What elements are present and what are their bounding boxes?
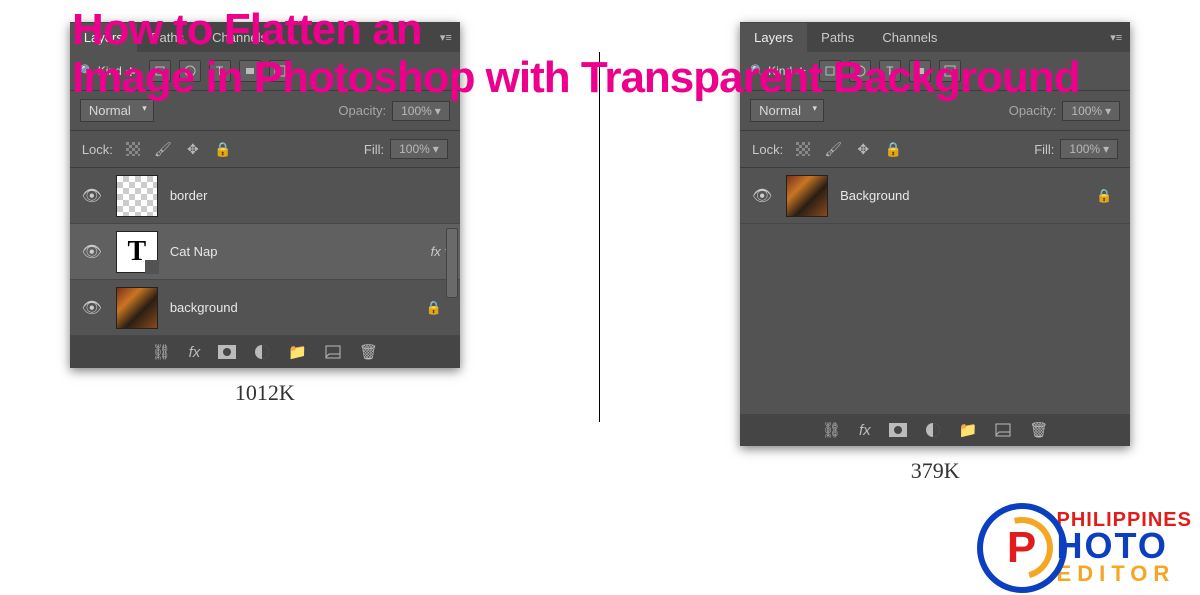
lock-transparency-icon[interactable] bbox=[123, 140, 143, 158]
visibility-toggle-icon[interactable]: 👁 bbox=[80, 186, 104, 206]
file-size-label: 379K bbox=[911, 458, 960, 484]
layer-name[interactable]: background bbox=[170, 300, 426, 315]
logo-ring-icon: P bbox=[977, 503, 1067, 593]
link-layers-icon[interactable]: ⛓ bbox=[822, 421, 841, 439]
opacity-label: Opacity: bbox=[1009, 103, 1057, 118]
layer-name[interactable]: Cat Nap bbox=[170, 244, 431, 259]
adjustment-layer-icon[interactable] bbox=[925, 422, 941, 438]
layer-mask-icon[interactable] bbox=[889, 423, 907, 437]
lock-pixels-icon[interactable]: 🖌 bbox=[153, 140, 173, 158]
layer-mask-icon[interactable] bbox=[218, 345, 236, 359]
chevron-down-icon: ▾ bbox=[433, 142, 439, 156]
lock-fill-row: Lock: 🖌 ✥ 🔒 Fill: 100%▾ bbox=[70, 131, 460, 168]
new-layer-icon[interactable] bbox=[325, 345, 341, 359]
panel-flyout-menu[interactable]: ▾≡ bbox=[1102, 31, 1130, 44]
fill-label: Fill: bbox=[364, 142, 384, 157]
lock-fill-row: Lock: 🖌 ✥ 🔒 Fill: 100%▾ bbox=[740, 131, 1130, 168]
lock-all-icon[interactable]: 🔒 bbox=[213, 140, 233, 158]
visibility-toggle-icon[interactable]: 👁 bbox=[80, 242, 104, 262]
lock-all-icon[interactable]: 🔒 bbox=[883, 140, 903, 158]
opacity-input[interactable]: 100%▾ bbox=[1062, 101, 1120, 121]
lock-label: Lock: bbox=[752, 142, 783, 157]
chevron-down-icon: ▾ bbox=[1105, 104, 1111, 118]
scrollbar-thumb[interactable] bbox=[446, 228, 458, 298]
logo-line-3: EDITOR bbox=[1057, 561, 1192, 587]
layers-list: 👁 Background 🔒 bbox=[740, 168, 1130, 414]
layer-name[interactable]: border bbox=[170, 188, 450, 203]
group-icon[interactable]: 📁 bbox=[288, 343, 307, 361]
lock-icon: 🔒 bbox=[1096, 188, 1112, 204]
chevron-down-icon: ▾ bbox=[1103, 142, 1109, 156]
opacity-label: Opacity: bbox=[338, 103, 386, 118]
fill-label: Fill: bbox=[1034, 142, 1054, 157]
link-layers-icon[interactable]: ⛓ bbox=[152, 343, 171, 361]
chevron-down-icon: ▾ bbox=[435, 104, 441, 118]
title-line-1: How to Flatten an bbox=[72, 6, 1080, 54]
layers-bottom-toolbar: ⛓ fx 📁 🗑 bbox=[740, 414, 1130, 446]
layer-row[interactable]: 👁 border bbox=[70, 168, 460, 224]
layer-thumbnail[interactable] bbox=[786, 175, 828, 217]
lock-transparency-icon[interactable] bbox=[793, 140, 813, 158]
layers-bottom-toolbar: ⛓ fx 📁 🗑 bbox=[70, 336, 460, 368]
lock-label: Lock: bbox=[82, 142, 113, 157]
overlay-title: How to Flatten an Image in Photoshop wit… bbox=[72, 6, 1080, 103]
new-layer-icon[interactable] bbox=[995, 423, 1011, 437]
fx-badge[interactable]: fx bbox=[431, 244, 441, 259]
file-size-label: 1012K bbox=[235, 380, 295, 406]
layer-thumbnail[interactable] bbox=[116, 287, 158, 329]
layer-name[interactable]: Background bbox=[840, 188, 1096, 203]
delete-layer-icon[interactable]: 🗑 bbox=[1029, 421, 1048, 439]
lock-position-icon[interactable]: ✥ bbox=[853, 140, 873, 158]
layer-row[interactable]: 👁 background 🔒 bbox=[70, 280, 460, 336]
title-line-2: Image in Photoshop with Transparent Back… bbox=[72, 54, 1080, 102]
layer-effects-icon[interactable]: fx bbox=[189, 344, 201, 361]
layer-thumbnail[interactable]: T bbox=[116, 231, 158, 273]
opacity-input[interactable]: 100%▾ bbox=[392, 101, 450, 121]
fill-input[interactable]: 100%▾ bbox=[1060, 139, 1118, 159]
delete-layer-icon[interactable]: 🗑 bbox=[359, 343, 378, 361]
layer-thumbnail[interactable] bbox=[116, 175, 158, 217]
lock-pixels-icon[interactable]: 🖌 bbox=[823, 140, 843, 158]
layer-row[interactable]: 👁 Background 🔒 bbox=[740, 168, 1130, 224]
vertical-divider bbox=[599, 52, 600, 422]
lock-icon: 🔒 bbox=[426, 300, 442, 316]
visibility-toggle-icon[interactable]: 👁 bbox=[750, 186, 774, 206]
layers-list: 👁 border 👁 T Cat Nap fx ▾ 👁 background 🔒 bbox=[70, 168, 460, 336]
lock-position-icon[interactable]: ✥ bbox=[183, 140, 203, 158]
visibility-toggle-icon[interactable]: 👁 bbox=[80, 298, 104, 318]
fill-input[interactable]: 100%▾ bbox=[390, 139, 448, 159]
brand-logo: P PHILIPPINES HOTO EDITOR bbox=[977, 503, 1192, 593]
layer-row[interactable]: 👁 T Cat Nap fx ▾ bbox=[70, 224, 460, 280]
adjustment-layer-icon[interactable] bbox=[254, 344, 270, 360]
logo-line-2: HOTO bbox=[1057, 532, 1192, 561]
group-icon[interactable]: 📁 bbox=[959, 421, 978, 439]
layer-effects-icon[interactable]: fx bbox=[859, 422, 871, 439]
